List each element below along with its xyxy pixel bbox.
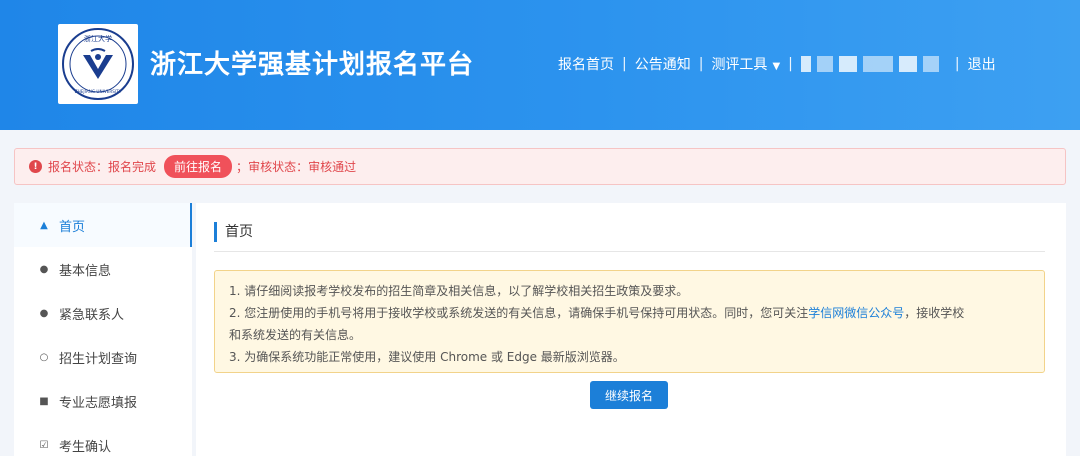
continue-registration-button[interactable]: 继续报名 — [590, 381, 668, 409]
sidebar-item-home[interactable]: ▲ 首页 — [14, 203, 192, 247]
divider — [214, 251, 1045, 252]
notice-line-3: 3. 为确保系统功能正常使用，建议使用 Chrome 或 Edge 最新版浏览器… — [229, 350, 625, 364]
sidebar-item-enrollment-plan[interactable]: ○ 招生计划查询 — [14, 335, 192, 379]
go-register-button[interactable]: 前往报名 — [164, 155, 233, 178]
nav-separator: | — [954, 56, 960, 72]
main-panel: 首页 1. 请仔细阅读报考学校发布的招生简章及相关信息，以了解学校相关招生政策及… — [196, 203, 1066, 456]
review-status-value: 审核通过 — [308, 160, 357, 174]
logout-link[interactable]: 退出 — [968, 54, 996, 74]
nav-separator: | — [622, 56, 627, 72]
svg-text:浙江大学: 浙江大学 — [84, 34, 112, 43]
nav-separator: | — [788, 56, 793, 72]
status-bar: ! 报名状态： 报名完成 前往报名 ； 审核状态： 审核通过 — [14, 148, 1066, 185]
chevron-down-icon: ▼ — [772, 61, 781, 72]
redacted-username — [800, 56, 939, 72]
sidebar-item-label: 专业志愿填报 — [59, 395, 138, 411]
university-logo[interactable]: 浙江大学 ZHEJIANG UNIVERSITY — [58, 24, 138, 104]
svg-text:ZHEJIANG UNIVERSITY: ZHEJIANG UNIVERSITY — [75, 89, 122, 94]
search-icon: ○ — [39, 351, 49, 363]
sidebar-item-candidate-confirm[interactable]: ☑ 考生确认 — [14, 423, 192, 456]
registration-status-value: 报名完成 — [108, 160, 157, 174]
sidebar-item-label: 紧急联系人 — [59, 307, 125, 323]
nav-tools-dropdown[interactable]: 测评工具 ▼ — [711, 54, 780, 74]
sidebar-item-major-preference[interactable]: ■ 专业志愿填报 — [14, 379, 192, 423]
nav-tools-label: 测评工具 — [711, 57, 768, 73]
review-status-label: 审核状态： — [248, 160, 309, 174]
document-icon: ■ — [39, 395, 49, 407]
user-icon: ● — [39, 307, 49, 319]
sidebar-item-label: 首页 — [59, 219, 86, 235]
user-icon: ● — [39, 263, 49, 275]
nav-separator: | — [698, 56, 704, 72]
notice-line-2-continued: 和系统发送的有关信息。 — [229, 328, 362, 342]
notice-line-2-tail: ，接收学校 — [904, 306, 965, 320]
home-icon: ▲ — [40, 219, 48, 231]
checkbox-icon: ☑ — [39, 439, 49, 451]
wechat-account-link[interactable]: 学信网微信公众号 — [808, 306, 904, 320]
sidebar-item-label: 基本信息 — [59, 263, 112, 279]
notice-line-1: 1. 请仔细阅读报考学校发布的招生简章及相关信息，以了解学校相关招生政策及要求。 — [229, 284, 689, 298]
sidebar-item-basic-info[interactable]: ● 基本信息 — [14, 247, 192, 291]
sidebar-item-label: 考生确认 — [59, 439, 112, 455]
site-title: 浙江大学强基计划报名平台 — [150, 50, 475, 80]
sidebar-item-label: 招生计划查询 — [59, 351, 138, 367]
university-seal-icon: 浙江大学 ZHEJIANG UNIVERSITY — [62, 28, 134, 100]
nav-announcements-link[interactable]: 公告通知 — [635, 54, 691, 74]
notice-line-2-text: 2. 您注册使用的手机号将用于接收学校或系统发送的有关信息，请确保手机号保持可用… — [229, 306, 809, 320]
sidebar: ▲ 首页 ● 基本信息 ● 紧急联系人 ○ 招生计划查询 ■ 专业志愿填报 ☑ … — [14, 203, 192, 456]
top-nav: 报名首页 | 公告通知 | 测评工具 ▼ | | 退出 — [558, 52, 996, 76]
nav-home-link[interactable]: 报名首页 — [558, 54, 614, 74]
registration-status-label: 报名状态： — [48, 160, 109, 174]
notice-box: 1. 请仔细阅读报考学校发布的招生简章及相关信息，以了解学校相关招生政策及要求。… — [214, 270, 1045, 373]
status-semicolon: ； — [236, 160, 249, 174]
page-title: 首页 — [214, 222, 253, 242]
notice-line-2: 2. 您注册使用的手机号将用于接收学校或系统发送的有关信息，请确保手机号保持可用… — [229, 302, 1030, 324]
alert-circle-icon: ! — [29, 160, 42, 173]
sidebar-item-emergency-contact[interactable]: ● 紧急联系人 — [14, 291, 192, 335]
header: 浙江大学 ZHEJIANG UNIVERSITY 浙江大学强基计划报名平台 报名… — [0, 0, 1080, 130]
